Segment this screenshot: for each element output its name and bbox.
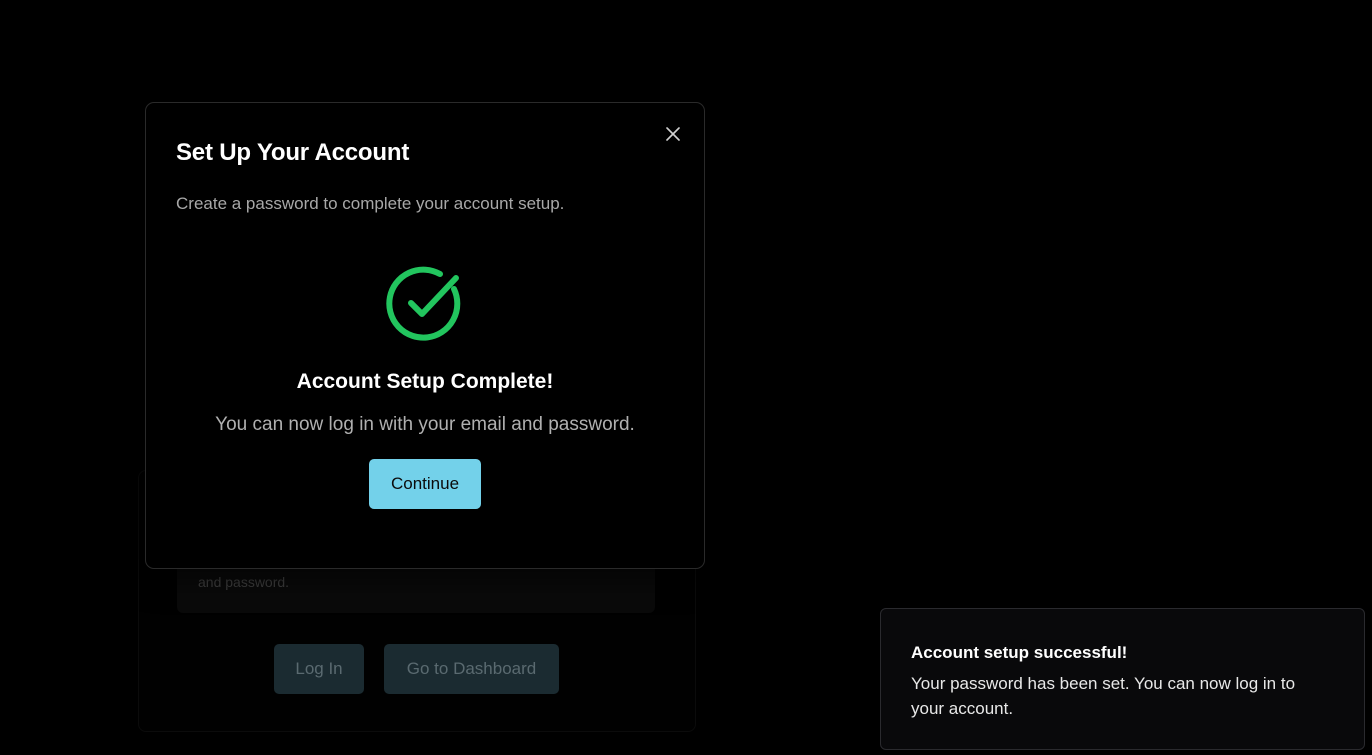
success-message: You can now log in with your email and p… xyxy=(215,414,635,435)
success-title: Account Setup Complete! xyxy=(296,370,554,393)
continue-button[interactable]: Continue xyxy=(369,459,481,509)
background-info-text: and password. xyxy=(198,574,290,590)
success-toast: Account setup successful! Your password … xyxy=(880,608,1365,750)
toast-title: Account setup successful! xyxy=(911,643,1128,662)
modal-title: Set Up Your Account xyxy=(176,139,410,166)
toast-message: Your password has been set. You can now … xyxy=(911,674,1296,718)
modal-description: Create a password to complete your accou… xyxy=(176,194,565,213)
check-circle-icon xyxy=(386,265,464,343)
close-icon[interactable] xyxy=(664,125,682,143)
go-to-dashboard-button[interactable]: Go to Dashboard xyxy=(384,644,559,694)
login-button[interactable]: Log In xyxy=(274,644,364,694)
setup-account-modal: Set Up Your Account Create a password to… xyxy=(145,102,705,569)
